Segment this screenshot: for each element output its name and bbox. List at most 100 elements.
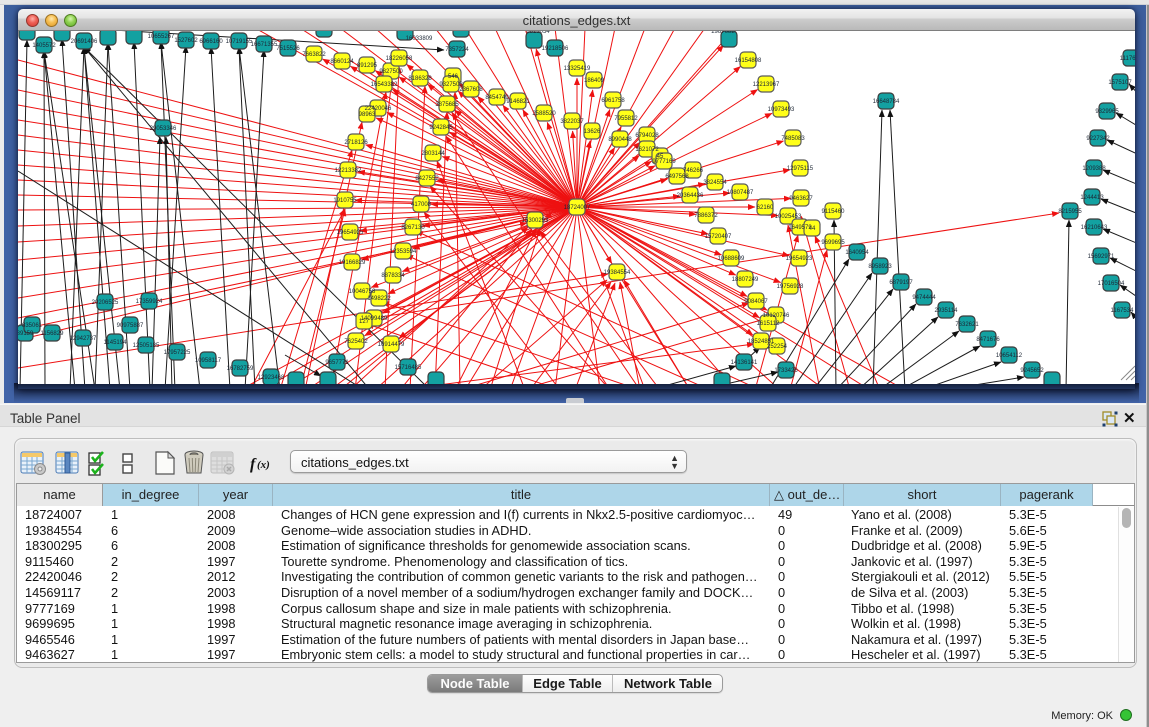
svg-text:(x): (x) <box>257 459 270 471</box>
svg-text:20206525: 20206525 <box>92 300 119 306</box>
svg-text:10046758: 10046758 <box>349 289 376 295</box>
svg-text:835061: 835061 <box>22 323 43 329</box>
svg-text:1244413: 1244413 <box>1080 195 1104 201</box>
svg-text:6879197: 6879197 <box>889 280 913 286</box>
svg-text:18226058: 18226058 <box>386 56 413 62</box>
svg-text:18807249: 18807249 <box>732 277 759 283</box>
svg-text:12213382: 12213382 <box>335 168 362 174</box>
svg-text:8813054: 8813054 <box>526 31 550 35</box>
svg-text:6966160: 6966160 <box>199 39 223 45</box>
svg-text:1167534: 1167534 <box>1111 308 1135 314</box>
svg-text:2718126: 2718126 <box>344 140 368 146</box>
svg-text:9329965: 9329965 <box>1095 109 1119 115</box>
svg-text:19218506: 19218506 <box>542 46 569 52</box>
svg-text:8267130: 8267130 <box>401 225 425 231</box>
svg-text:12923468: 12923468 <box>258 375 285 381</box>
svg-text:14136141: 14136141 <box>731 360 758 366</box>
svg-text:98963: 98963 <box>359 112 376 118</box>
svg-text:16033809: 16033809 <box>406 36 433 42</box>
svg-text:19166829: 19166829 <box>339 260 366 266</box>
svg-text:1640954: 1640954 <box>845 250 869 256</box>
svg-text:7955812: 7955812 <box>614 116 638 122</box>
svg-text:2987682: 2987682 <box>711 31 735 35</box>
svg-text:39159: 39159 <box>18 331 34 337</box>
svg-text:15720407: 15720407 <box>705 234 732 240</box>
svg-text:2588520: 2588520 <box>532 111 556 117</box>
svg-text:10719155: 10719155 <box>226 39 253 45</box>
svg-text:417008: 417008 <box>411 202 432 208</box>
svg-text:186409: 186409 <box>584 78 605 84</box>
svg-text:9227342: 9227342 <box>1086 136 1110 142</box>
svg-text:15300293: 15300293 <box>522 218 549 224</box>
svg-text:10958117: 10958117 <box>195 358 222 364</box>
svg-text:3824554: 3824554 <box>703 180 727 186</box>
svg-text:8990448: 8990448 <box>608 137 632 143</box>
svg-text:44: 44 <box>809 226 816 232</box>
svg-text:13325419: 13325419 <box>564 66 591 72</box>
svg-text:1145194: 1145194 <box>104 340 128 346</box>
svg-text:746266: 746266 <box>683 168 704 174</box>
svg-text:1117644: 1117644 <box>1120 56 1135 62</box>
svg-text:9657771: 9657771 <box>325 360 349 366</box>
svg-text:7515526: 7515526 <box>276 46 300 52</box>
svg-text:1615112: 1615112 <box>757 321 781 327</box>
svg-text:252254: 252254 <box>767 344 788 350</box>
svg-text:12975115: 12975115 <box>787 166 814 172</box>
svg-text:19384554: 19384554 <box>604 270 631 276</box>
svg-text:19756928: 19756928 <box>777 284 804 290</box>
svg-text:10654112: 10654112 <box>996 353 1023 359</box>
svg-text:9146821: 9146821 <box>506 99 530 105</box>
svg-text:9242845: 9242845 <box>429 125 453 131</box>
svg-text:8958923: 8958923 <box>868 264 892 270</box>
svg-text:12213967: 12213967 <box>753 82 780 88</box>
svg-text:2367608: 2367608 <box>459 87 483 93</box>
svg-text:6961758: 6961758 <box>601 98 625 104</box>
svg-text:16210643: 16210643 <box>1081 225 1108 231</box>
svg-text:1733426: 1733426 <box>774 368 798 374</box>
svg-text:9827500: 9827500 <box>379 69 403 75</box>
svg-text:12942737: 12942737 <box>70 336 97 342</box>
svg-text:19654923: 19654923 <box>786 256 813 262</box>
svg-text:9245652: 9245652 <box>1020 368 1044 374</box>
svg-text:1575107: 1575107 <box>1108 80 1132 86</box>
svg-text:9699695: 9699695 <box>821 240 845 246</box>
svg-text:90975887: 90975887 <box>117 323 144 329</box>
svg-text:2803144: 2803144 <box>421 151 445 157</box>
svg-text:16648784: 16648784 <box>873 99 900 105</box>
svg-text:10655267: 10655267 <box>148 34 175 40</box>
svg-text:3822037: 3822037 <box>560 119 584 125</box>
svg-text:16154808: 16154808 <box>735 58 762 64</box>
svg-text:f: f <box>250 456 257 473</box>
svg-text:19654925: 19654925 <box>337 230 364 236</box>
svg-text:10120746: 10120746 <box>763 313 790 319</box>
svg-text:29053346: 29053346 <box>150 126 177 132</box>
svg-text:8471676: 8471676 <box>976 337 1000 343</box>
svg-text:9777169: 9777169 <box>652 159 676 165</box>
svg-text:12505185: 12505185 <box>133 343 160 349</box>
svg-text:15692971: 15692971 <box>1088 254 1115 260</box>
svg-text:20691406: 20691406 <box>71 39 98 45</box>
svg-text:16782759: 16782759 <box>227 366 254 372</box>
svg-text:16671355: 16671355 <box>251 42 278 48</box>
svg-text:546: 546 <box>448 74 459 80</box>
svg-text:18724007: 18724007 <box>564 205 591 211</box>
svg-text:20364436: 20364436 <box>677 193 704 199</box>
svg-text:6497568: 6497568 <box>665 174 689 180</box>
svg-text:8186328: 8186328 <box>408 76 432 82</box>
svg-text:8215955: 8215955 <box>1058 209 1082 215</box>
svg-text:6794028: 6794028 <box>635 133 659 139</box>
svg-text:7625402: 7625402 <box>344 339 368 345</box>
svg-text:9474444: 9474444 <box>912 295 936 301</box>
svg-text:1405572: 1405572 <box>32 43 56 49</box>
svg-text:1621072: 1621072 <box>635 147 659 153</box>
svg-text:3875685: 3875685 <box>435 102 459 108</box>
svg-text:1498222: 1498222 <box>367 296 391 302</box>
svg-text:10688609: 10688609 <box>718 256 745 262</box>
svg-text:1209388: 1209388 <box>1082 166 1106 172</box>
svg-text:9115460: 9115460 <box>822 209 846 215</box>
svg-text:16543382: 16543382 <box>371 82 398 88</box>
svg-text:891295: 891295 <box>357 63 378 69</box>
svg-text:16914479: 16914479 <box>378 342 405 348</box>
svg-text:7632621: 7632621 <box>955 322 979 328</box>
svg-text:8660124: 8660124 <box>330 59 354 65</box>
